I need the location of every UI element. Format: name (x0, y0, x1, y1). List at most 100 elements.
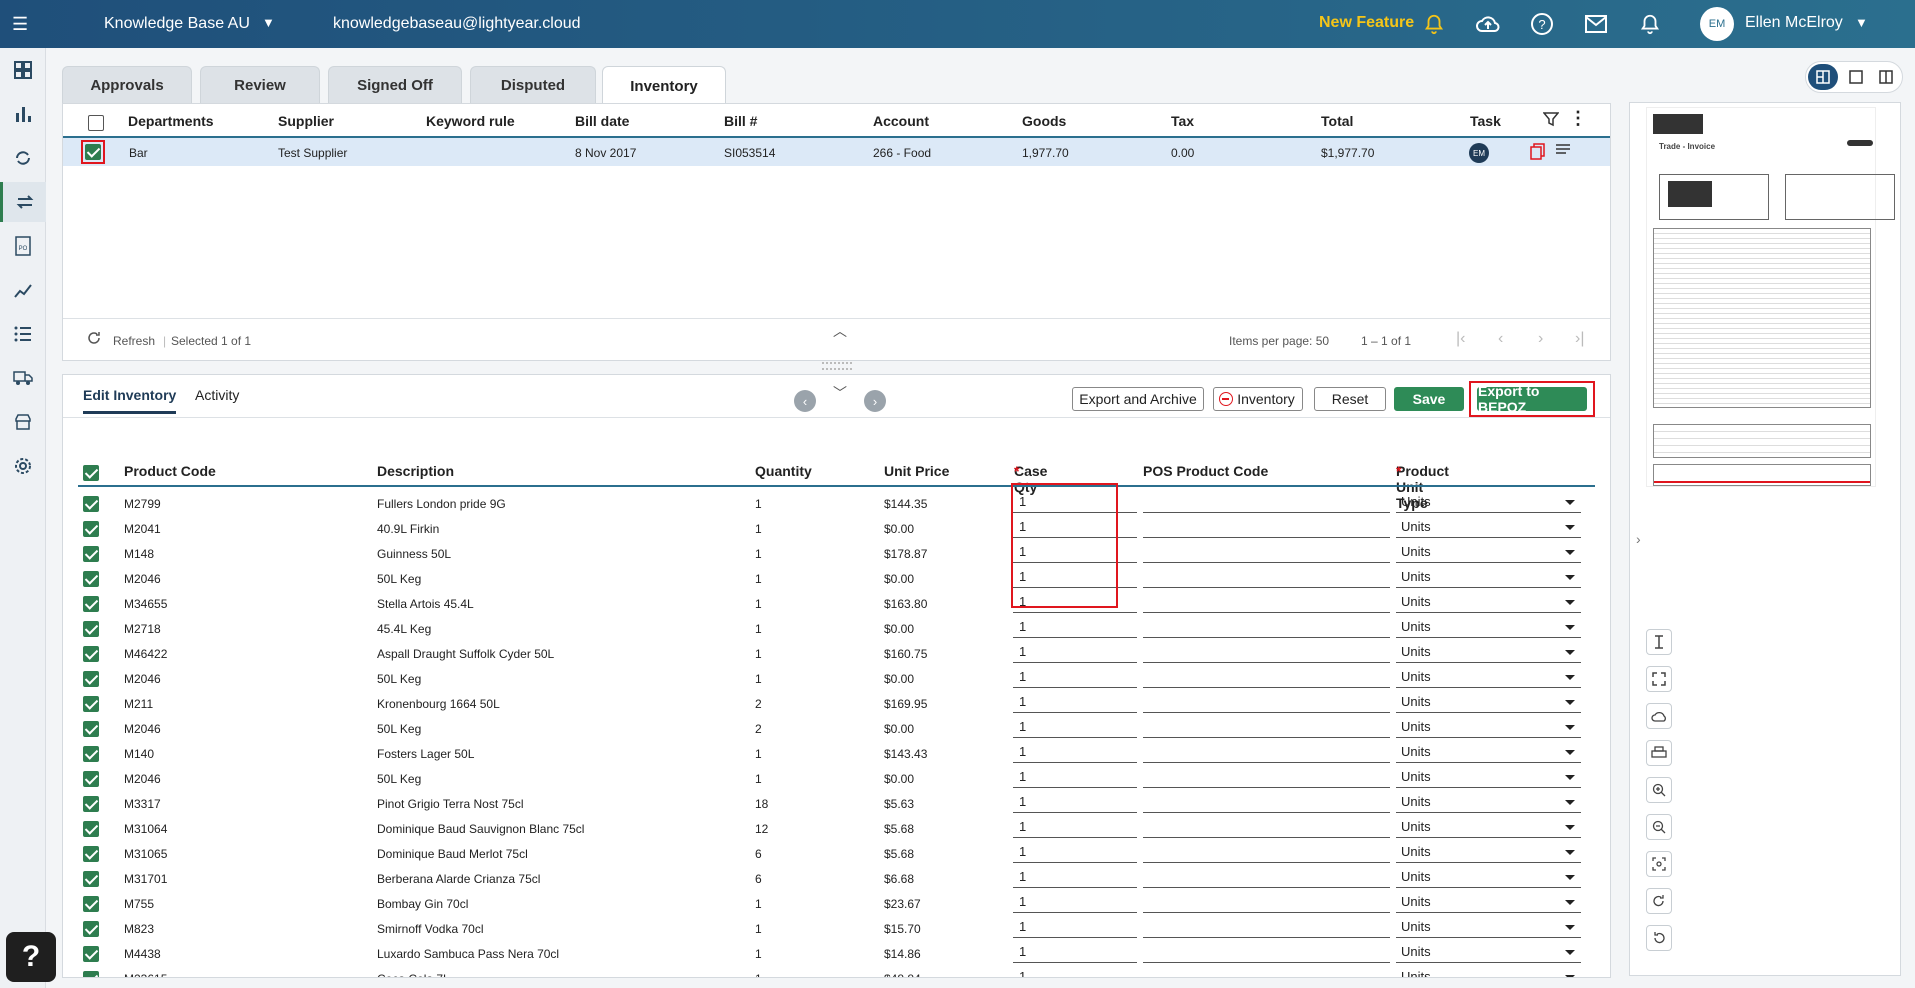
single-layout-icon[interactable] (1842, 64, 1870, 90)
last-page-icon[interactable]: ›| (1575, 330, 1584, 348)
line-checkbox[interactable] (83, 546, 99, 562)
table-row[interactable]: M2046 50L Keg 1 $0.00 1 Units (63, 767, 1610, 792)
unit-type-select[interactable]: Units (1396, 869, 1581, 888)
table-row[interactable]: M2046 50L Keg 1 $0.00 1 Units (63, 667, 1610, 692)
pos-product-code-input[interactable] (1143, 969, 1390, 977)
sync-icon[interactable] (0, 138, 46, 178)
filter-icon[interactable] (1542, 111, 1560, 130)
line-checkbox[interactable] (83, 921, 99, 937)
case-qty-input[interactable]: 1 (1013, 694, 1137, 713)
refresh-button[interactable]: Refresh (113, 334, 155, 348)
unit-type-select[interactable]: Units (1396, 644, 1581, 663)
col-keyword-rule[interactable]: Keyword rule (426, 113, 515, 129)
table-row[interactable]: M2041 40.9L Firkin 1 $0.00 1 Units (63, 517, 1610, 542)
help-button[interactable]: ? (6, 932, 56, 982)
unit-type-select[interactable]: Units (1396, 694, 1581, 713)
fit-screen-icon[interactable] (1646, 666, 1672, 692)
purchase-order-icon[interactable]: PO (0, 226, 46, 266)
pos-product-code-input[interactable] (1143, 619, 1390, 638)
table-row[interactable]: M140 Fosters Lager 50L 1 $143.43 1 Units (63, 742, 1610, 767)
unit-type-select[interactable]: Units (1396, 494, 1581, 513)
unit-type-select[interactable]: Units (1396, 594, 1581, 613)
col-goods[interactable]: Goods (1022, 113, 1066, 129)
table-row[interactable]: M2799 Fullers London pride 9G 1 $144.35 1 Uni… (63, 492, 1610, 517)
next-page-icon[interactable]: › (1538, 330, 1543, 348)
col-bill-date[interactable]: Bill date (575, 113, 629, 129)
unit-type-select[interactable]: Units (1396, 669, 1581, 688)
tab-edit-inventory[interactable]: Edit Inventory (83, 387, 177, 414)
case-qty-input[interactable]: 1 (1013, 794, 1137, 813)
pos-product-code-input[interactable] (1143, 644, 1390, 663)
case-qty-input[interactable]: 1 (1013, 769, 1137, 788)
unit-type-select[interactable]: Units (1396, 944, 1581, 963)
truck-icon[interactable] (0, 358, 46, 398)
task-avatar[interactable]: EM (1469, 143, 1489, 163)
unit-type-select[interactable]: Units (1396, 894, 1581, 913)
tab-signed-off[interactable]: Signed Off (328, 66, 462, 104)
columns-layout-icon[interactable] (1872, 64, 1900, 90)
invoice-image[interactable]: Trade - Invoice (1646, 107, 1895, 487)
line-checkbox[interactable] (83, 721, 99, 737)
inventory-button[interactable]: Inventory (1213, 387, 1303, 411)
pos-product-code-input[interactable] (1143, 769, 1390, 788)
table-row[interactable]: M4438 Luxardo Sambuca Pass Nera 70cl 1 $14.… (63, 942, 1610, 967)
pos-product-code-input[interactable] (1143, 919, 1390, 938)
table-row[interactable]: M31701 Berberana Alarde Crianza 75cl 6 $6.6… (63, 867, 1610, 892)
items-per-page[interactable]: Items per page: 50 (1229, 334, 1329, 348)
case-qty-input[interactable]: 1 (1013, 944, 1137, 963)
zoom-fit-icon[interactable] (1646, 851, 1672, 877)
pos-product-code-input[interactable] (1143, 694, 1390, 713)
unit-type-select[interactable]: Units (1396, 919, 1581, 938)
rotate-clockwise-icon[interactable] (1646, 888, 1672, 914)
rotate-counterclockwise-icon[interactable] (1646, 925, 1672, 951)
line-checkbox[interactable] (83, 696, 99, 712)
pos-product-code-input[interactable] (1143, 519, 1390, 538)
line-checkbox[interactable] (83, 496, 99, 512)
unit-type-select[interactable]: Units (1396, 569, 1581, 588)
line-checkbox[interactable] (83, 946, 99, 962)
bar-chart-icon[interactable] (0, 94, 46, 134)
line-checkbox[interactable] (83, 771, 99, 787)
table-row[interactable]: M34655 Stella Artois 45.4L 1 $163.80 1 Units (63, 592, 1610, 617)
line-checkbox[interactable] (83, 821, 99, 837)
unit-type-select[interactable]: Units (1396, 619, 1581, 638)
col-bill-number[interactable]: Bill # (724, 113, 757, 129)
line-checkbox[interactable] (83, 746, 99, 762)
unit-type-select[interactable]: Units (1396, 794, 1581, 813)
case-qty-input[interactable]: 1 (1013, 744, 1137, 763)
menu-collapse-icon[interactable]: ☰ (12, 14, 28, 35)
pos-product-code-input[interactable] (1143, 594, 1390, 613)
collapse-preview-icon[interactable]: › (1636, 531, 1641, 547)
pos-product-code-input[interactable] (1143, 869, 1390, 888)
case-qty-input[interactable]: 1 (1013, 969, 1137, 977)
tab-disputed[interactable]: Disputed (470, 66, 596, 104)
unit-type-select[interactable]: Units (1396, 969, 1581, 977)
table-row[interactable]: M2046 50L Keg 2 $0.00 1 Units (63, 717, 1610, 742)
table-row[interactable]: M31064 Dominique Baud Sauvignon Blanc 75c… (63, 817, 1610, 842)
cloud-download-icon[interactable] (1646, 703, 1672, 729)
avatar[interactable]: EM (1700, 7, 1734, 41)
copy-icon[interactable] (1530, 143, 1546, 163)
case-qty-input[interactable]: 1 (1013, 669, 1137, 688)
export-archive-button[interactable]: Export and Archive (1072, 387, 1204, 411)
help-circle-icon[interactable]: ? (1528, 10, 1556, 38)
line-checkbox[interactable] (83, 621, 99, 637)
unit-type-select[interactable]: Units (1396, 819, 1581, 838)
prev-bill-icon[interactable]: ‹ (794, 390, 816, 412)
table-row[interactable]: M23615 Coca Cola 7L 1 $48.84 1 Units (63, 967, 1610, 977)
pos-product-code-input[interactable] (1143, 894, 1390, 913)
text-select-icon[interactable] (1646, 629, 1672, 655)
mail-icon[interactable] (1582, 10, 1610, 38)
collapse-chevron-icon[interactable]: ︿ (833, 321, 847, 341)
list-icon[interactable] (0, 314, 46, 354)
tab-inventory[interactable]: Inventory (602, 66, 726, 106)
col-account[interactable]: Account (873, 113, 929, 129)
pos-product-code-input[interactable] (1143, 569, 1390, 588)
zoom-in-icon[interactable] (1646, 777, 1672, 803)
case-qty-input[interactable]: 1 (1013, 819, 1137, 838)
org-selector[interactable]: Knowledge Base AU (104, 15, 250, 33)
line-checkbox[interactable] (83, 846, 99, 862)
line-checkbox[interactable] (83, 596, 99, 612)
line-checkbox[interactable] (83, 646, 99, 662)
case-qty-input[interactable]: 1 (1013, 619, 1137, 638)
